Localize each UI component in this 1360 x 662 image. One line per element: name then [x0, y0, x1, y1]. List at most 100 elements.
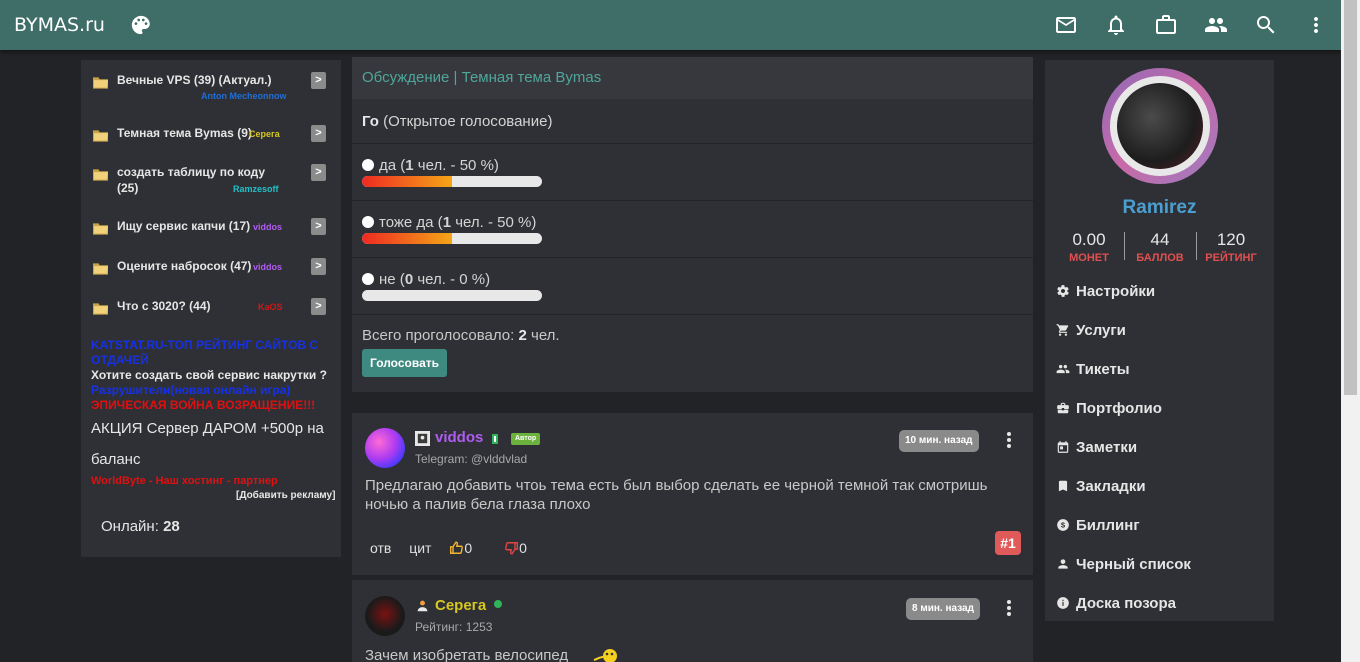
ad-link[interactable]: Разрушители(новая онлайн игра) — [91, 383, 336, 398]
quote-button[interactable]: цит — [409, 540, 431, 556]
folder-icon — [93, 169, 108, 181]
post-username[interactable]: Серега — [435, 597, 486, 614]
online-status-icon — [492, 434, 498, 444]
post-user-telegram: Telegram: @vlddvlad — [415, 452, 528, 466]
ad-link[interactable]: ЭПИЧЕСКАЯ ВОЙНА ВОЗРАЩЕНИЕ!!! — [91, 398, 336, 413]
menu-blacklist[interactable]: Черный список — [1056, 556, 1191, 573]
bell-icon[interactable] — [1104, 13, 1128, 37]
profile-name[interactable]: Ramirez — [1045, 197, 1274, 219]
mail-icon[interactable] — [1054, 13, 1078, 37]
stat-points: 44 БАЛЛОВ — [1126, 230, 1194, 264]
menu-billing[interactable]: $ Биллинг — [1056, 517, 1140, 534]
post-card: Серега Рейтинг: 1253 8 мин. назад Зачем … — [352, 580, 1033, 662]
radio-button[interactable] — [362, 159, 374, 171]
topic-item[interactable]: создать таблицу по коду (25) Ramzesoff > — [93, 164, 329, 198]
menu-services[interactable]: Услуги — [1056, 322, 1126, 339]
menu-notes[interactable]: Заметки — [1056, 439, 1137, 456]
option-label: не — [379, 271, 396, 288]
add-ad-link[interactable]: [Добавить рекламу] — [236, 490, 335, 501]
ads-block: KATSTAT.RU-ТОП РЕЙТИНГ САЙТОВ С ОТДАЧЕЙ … — [91, 338, 336, 413]
menu-portfolio[interactable]: Портфолио — [1056, 400, 1162, 417]
topic-open-button[interactable]: > — [311, 258, 326, 275]
avatar-photo — [1117, 83, 1203, 169]
menu-settings[interactable]: Настройки — [1056, 283, 1155, 300]
top-bar: BYMAS.ru — [0, 0, 1341, 50]
topic-open-button[interactable]: > — [311, 164, 326, 181]
topic-author[interactable]: Серега — [249, 129, 280, 139]
partner-link[interactable]: WorldByte - Наш хостинг - партнер — [91, 475, 278, 487]
ad-link[interactable]: Хотите создать свой сервис накрутки ? — [91, 368, 336, 383]
topic-author[interactable]: KaOS — [258, 302, 283, 312]
like-button[interactable]: 0 — [449, 540, 486, 556]
poll-total: Всего проголосовало: 2 чел. — [362, 327, 560, 344]
menu-label: Настройки — [1076, 283, 1156, 300]
radio-button[interactable] — [362, 216, 374, 228]
stat-label: БАЛЛОВ — [1136, 252, 1184, 264]
topic-item[interactable]: Вечные VPS (39) (Актуал.) Anton Mecheonn… — [93, 72, 329, 102]
post-card: viddos Автор Telegram: @vlddvlad 10 мин.… — [352, 413, 1033, 575]
dislike-count: 0 — [519, 540, 527, 556]
post-text: Зачем изобретать велосипед — [365, 647, 569, 662]
thumbs-down-icon — [505, 542, 519, 555]
poll-progress-bar — [362, 176, 542, 187]
profile-avatar[interactable] — [1102, 68, 1218, 184]
post-user-rating: Рейтинг: 1253 — [415, 620, 493, 634]
percent-suffix: %) — [480, 157, 499, 174]
scrollbar-thumb[interactable] — [1344, 0, 1357, 395]
percent-suffix: %) — [517, 214, 537, 231]
topic-open-button[interactable]: > — [311, 125, 326, 142]
user-avatar-mini-icon — [415, 431, 430, 446]
search-icon[interactable] — [1254, 13, 1278, 37]
cart-icon — [1056, 324, 1069, 336]
menu-tickets[interactable]: Тикеты — [1056, 361, 1130, 378]
menu-label: Портфолио — [1076, 400, 1162, 417]
divider — [352, 143, 1033, 144]
radio-button[interactable] — [362, 273, 374, 285]
palette-icon[interactable] — [130, 14, 152, 36]
poll-question-title: Го — [362, 113, 379, 130]
vote-button[interactable]: Голосовать — [362, 349, 447, 377]
post-menu-icon[interactable] — [1006, 599, 1012, 617]
people-icon — [1056, 364, 1070, 374]
folder-icon — [93, 223, 108, 235]
menu-bookmarks[interactable]: Закладки — [1056, 478, 1146, 495]
post-number-badge[interactable]: #1 — [995, 531, 1021, 555]
topic-heading: Обсуждение | Темная тема Bymas — [352, 57, 1033, 99]
site-logo[interactable]: BYMAS.ru — [14, 14, 105, 36]
topic-title[interactable]: Вечные VPS (39) (Актуал.) — [117, 72, 305, 88]
poll-option[interactable]: тоже да (1 чел. - 50 %) — [362, 214, 536, 231]
topic-item[interactable]: Темная тема Bymas (9) Серега > — [93, 125, 329, 145]
dislike-button[interactable]: 0 — [504, 540, 541, 556]
topic-author[interactable]: viddos — [253, 222, 282, 232]
folder-icon — [93, 130, 108, 142]
post-username[interactable]: viddos — [435, 429, 483, 446]
briefcase-icon[interactable] — [1154, 13, 1178, 37]
topic-open-button[interactable]: > — [311, 218, 326, 235]
topic-author[interactable]: Anton Mecheonnow — [201, 91, 287, 101]
topic-open-button[interactable]: > — [311, 72, 326, 89]
promo-link[interactable]: АКЦИЯ Сервер ДАРОМ +500р на баланс — [91, 413, 336, 475]
avatar[interactable] — [365, 428, 405, 468]
divider — [352, 257, 1033, 258]
poll-option[interactable]: не (0 чел. - 0 %) — [362, 271, 490, 288]
topic-item[interactable]: Оцените набросок (47) viddos > — [93, 258, 329, 278]
topic-item[interactable]: Что с 3020? (44) KaOS > — [93, 298, 329, 318]
topic-item[interactable]: Ищу сервис капчи (17) viddos > — [93, 218, 329, 238]
poll-question: Го (Открытое голосование) — [362, 113, 552, 130]
topic-open-button[interactable]: > — [311, 298, 326, 315]
topic-author[interactable]: viddos — [253, 262, 282, 272]
stat-value: 0.00 — [1072, 230, 1106, 249]
menu-shame-board[interactable]: Доска позора — [1056, 595, 1176, 612]
option-count: 1 — [442, 214, 452, 231]
option-label: да — [379, 157, 397, 174]
poll-option[interactable]: да (1 чел. - 50 %) — [362, 157, 499, 174]
ad-link[interactable]: KATSTAT.RU-ТОП РЕЙТИНГ САЙТОВ С ОТДАЧЕЙ — [91, 338, 336, 368]
reply-button[interactable]: отв — [370, 540, 391, 556]
avatar[interactable] — [365, 596, 405, 636]
total-label: Всего проголосовало: — [362, 327, 515, 344]
more-vert-icon[interactable] — [1304, 13, 1328, 37]
topic-author[interactable]: Ramzesoff — [233, 184, 279, 194]
option-count: 1 — [405, 157, 414, 174]
people-icon[interactable] — [1204, 13, 1228, 37]
post-menu-icon[interactable] — [1006, 431, 1012, 449]
